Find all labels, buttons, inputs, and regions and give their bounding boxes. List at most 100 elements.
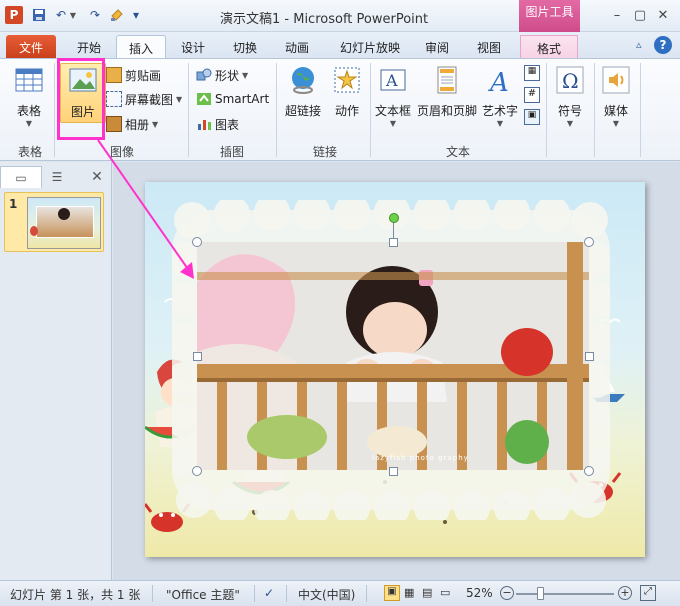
tab-transitions[interactable]: 切换 [222,35,268,58]
tab-design[interactable]: 设计 [170,35,216,58]
wordart-button[interactable]: A 艺术字 ▼ [480,63,520,139]
smartart-button[interactable]: SmartArt [196,89,269,109]
resize-handle-top-left[interactable] [192,237,202,247]
language-status[interactable]: 中文(中国) [298,586,355,603]
undo-dropdown-icon[interactable]: ▼ [68,6,78,24]
slides-panel: ▭ ☰ ✕ 1 [0,162,112,580]
chevron-down-icon: ▼ [612,119,620,128]
table-button-label: 表格 [16,104,41,118]
chevron-down-icon: ▼ [25,119,33,128]
object-icon[interactable]: ▣ [524,109,540,125]
slideshow-view-icon[interactable]: ▭ [440,586,450,599]
group-label-illustrations: 插图 [219,145,244,159]
chart-button[interactable]: 图表 [196,114,239,134]
group-label-links: 链接 [312,145,337,159]
symbol-label: 符号 [557,104,582,118]
tab-slideshow[interactable]: 幻灯片放映 [330,35,410,58]
table-button[interactable]: 表格 ▼ [6,63,52,139]
chevron-down-icon: ▼ [242,70,249,80]
chevron-down-icon: ▼ [152,119,159,129]
tab-view[interactable]: 视图 [466,35,512,58]
shapes-icon [196,67,212,83]
photo-album-button[interactable]: 相册 ▼ [106,114,158,134]
help-icon[interactable]: ? [654,36,672,54]
tab-format[interactable]: 格式 [520,35,578,58]
photo-album-icon [106,116,122,132]
customize-qat-icon[interactable]: ▾ [130,6,142,24]
screenshot-label: 屏幕截图 [125,92,174,107]
tab-insert[interactable]: 插入 [116,35,166,58]
restore-button[interactable]: ▢ [629,6,651,24]
format-painter-icon[interactable] [108,6,126,24]
chevron-down-icon: ▼ [566,119,574,128]
normal-view-icon[interactable]: ▣ [384,585,400,601]
spell-check-icon[interactable]: ✓ [264,586,274,600]
group-label-table: 表格 [17,145,42,159]
textbox-button[interactable]: A 文本框 ▼ [372,63,414,139]
picture-button-highlight [57,58,105,140]
shapes-button[interactable]: 形状 ▼ [196,65,248,85]
chevron-down-icon: ▼ [496,119,504,128]
tab-outline-view[interactable]: ☰ [42,166,72,188]
fit-to-window-icon[interactable]: ⤢ [640,585,656,601]
ribbon-minimize-icon[interactable]: ▵ [636,38,642,51]
zoom-slider-track[interactable] [516,593,614,595]
resize-handle-top[interactable] [389,238,398,247]
zoom-in-button[interactable]: + [618,586,632,600]
group-label-text: 文本 [445,145,470,159]
omega-icon: Ω [556,66,584,94]
svg-text:Ω: Ω [562,69,579,93]
tab-animations[interactable]: 动画 [274,35,320,58]
tab-file[interactable]: 文件 [6,35,56,58]
header-footer-button[interactable]: 页眉和页脚 [416,63,478,139]
hyperlink-button[interactable]: 超链接 [280,63,326,139]
tab-slides-view[interactable]: ▭ [0,166,42,188]
chevron-down-icon: ▼ [389,119,397,128]
screenshot-button[interactable]: 屏幕截图 ▼ [106,89,182,109]
rotation-handle[interactable] [389,213,399,223]
textbox-icon: A [380,69,406,91]
close-button[interactable]: ✕ [652,6,674,24]
media-button[interactable]: 媒体 ▼ [596,63,636,139]
tab-home[interactable]: 开始 [66,35,112,58]
smartart-label: SmartArt [215,92,270,106]
save-icon[interactable] [30,6,48,24]
symbol-button[interactable]: Ω 符号 ▼ [550,63,590,139]
speaker-icon [602,66,630,94]
action-button[interactable]: 动作 [324,63,370,139]
resize-handle-bottom-left[interactable] [192,466,202,476]
zoom-out-button[interactable]: − [500,586,514,600]
reading-view-icon[interactable]: ▤ [422,586,432,599]
zoom-level[interactable]: 52% [466,586,493,600]
group-label-images: 图像 [109,145,134,159]
resize-handle-bottom[interactable] [389,467,398,476]
minimize-button[interactable]: – [606,6,628,24]
date-time-icon[interactable]: ▦ [524,65,540,81]
media-label: 媒体 [603,104,628,118]
slide-number-icon[interactable]: # [524,87,540,103]
resize-handle-right[interactable] [585,352,594,361]
table-icon [15,68,43,92]
resize-handle-bottom-right[interactable] [584,466,594,476]
textbox-label: 文本框 [374,104,411,118]
action-icon [334,67,360,93]
svg-text:A: A [385,71,398,90]
clipart-button[interactable]: 剪贴画 [106,65,161,85]
clipart-icon [106,67,122,83]
theme-status[interactable]: "Office 主题" [166,586,240,603]
slide-thumbnail[interactable]: 1 [4,192,104,252]
inserted-photo[interactable]: lazyfish photo graphy [197,242,589,470]
wordart-label: 艺术字 [481,104,518,118]
tab-review[interactable]: 审阅 [414,35,460,58]
status-bar: 幻灯片 第 1 张，共 1 张 "Office 主题" ✓ 中文(中国) ▣ ▦… [0,580,680,606]
resize-handle-top-right[interactable] [584,237,594,247]
slide-sorter-icon[interactable]: ▦ [404,586,414,599]
ribbon-tabs: 文件 开始 插入 设计 切换 动画 幻灯片放映 审阅 视图 格式 ▵ ? [0,32,680,58]
close-panel-icon[interactable]: ✕ [86,166,108,188]
title-bar: P ↶ ▼ ↷ ▾ 演示文稿1 - Microsoft PowerPoint 图… [0,0,680,32]
zoom-slider-thumb[interactable] [537,587,544,600]
slide-count-status: 幻灯片 第 1 张，共 1 张 [10,588,141,602]
redo-icon[interactable]: ↷ [86,6,104,24]
resize-handle-left[interactable] [193,352,202,361]
powerpoint-app-icon[interactable]: P [5,6,23,24]
